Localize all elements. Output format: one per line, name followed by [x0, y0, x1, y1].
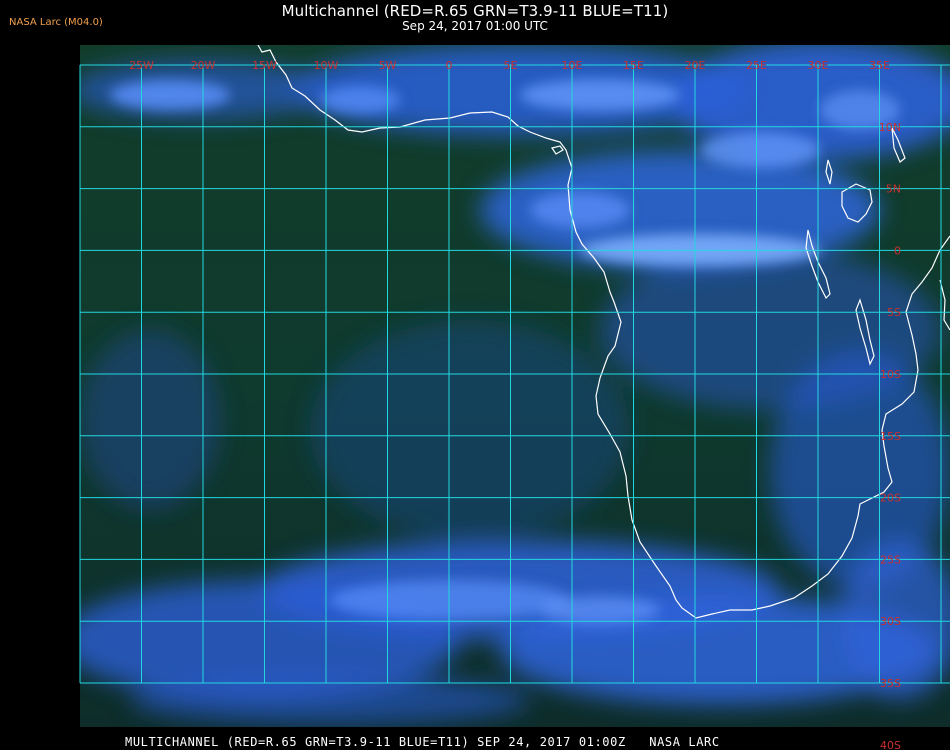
longitude-label: 25E — [746, 59, 767, 72]
longitude-label: 10E — [562, 59, 583, 72]
latitude-label: 0 — [894, 244, 901, 257]
footer-caption: MULTICHANNEL (RED=R.65 GRN=T3.9-11 BLUE=… — [125, 735, 720, 749]
longitude-label: 35E — [869, 59, 890, 72]
latitude-label: 10N — [879, 121, 901, 134]
image-title: Multichannel (RED=R.65 GRN=T3.9-11 BLUE=… — [281, 2, 669, 20]
image-timestamp: Sep 24, 2017 01:00 UTC — [402, 19, 548, 33]
longitude-label: 30E — [808, 59, 829, 72]
longitude-label: 0 — [446, 59, 453, 72]
longitude-label: 15E — [623, 59, 644, 72]
latitude-label: 30S — [880, 615, 901, 628]
longitude-label: 15W — [252, 59, 277, 72]
longitude-label: 10W — [314, 59, 339, 72]
latitude-label: 25S — [880, 553, 901, 566]
latitude-label: 10S — [880, 368, 901, 381]
longitude-label: 5E — [504, 59, 518, 72]
longitude-label: 20E — [685, 59, 706, 72]
satellite-map: 25W 20W 15W 10W 5W 0 5E 10E 15E 20E 25E 30E 35E 10N 5… — [79, 45, 950, 750]
latitude-label: 5N — [886, 183, 901, 196]
longitude-label: 5W — [379, 59, 397, 72]
latitude-label: 15S — [880, 430, 901, 443]
longitude-label: 20W — [191, 59, 216, 72]
longitude-label: 25W — [129, 59, 154, 72]
latitude-label: 20S — [880, 492, 901, 505]
latitude-label: 40S — [880, 739, 901, 750]
latitude-label: 35S — [880, 677, 901, 690]
latitude-label: 5S — [887, 306, 901, 319]
